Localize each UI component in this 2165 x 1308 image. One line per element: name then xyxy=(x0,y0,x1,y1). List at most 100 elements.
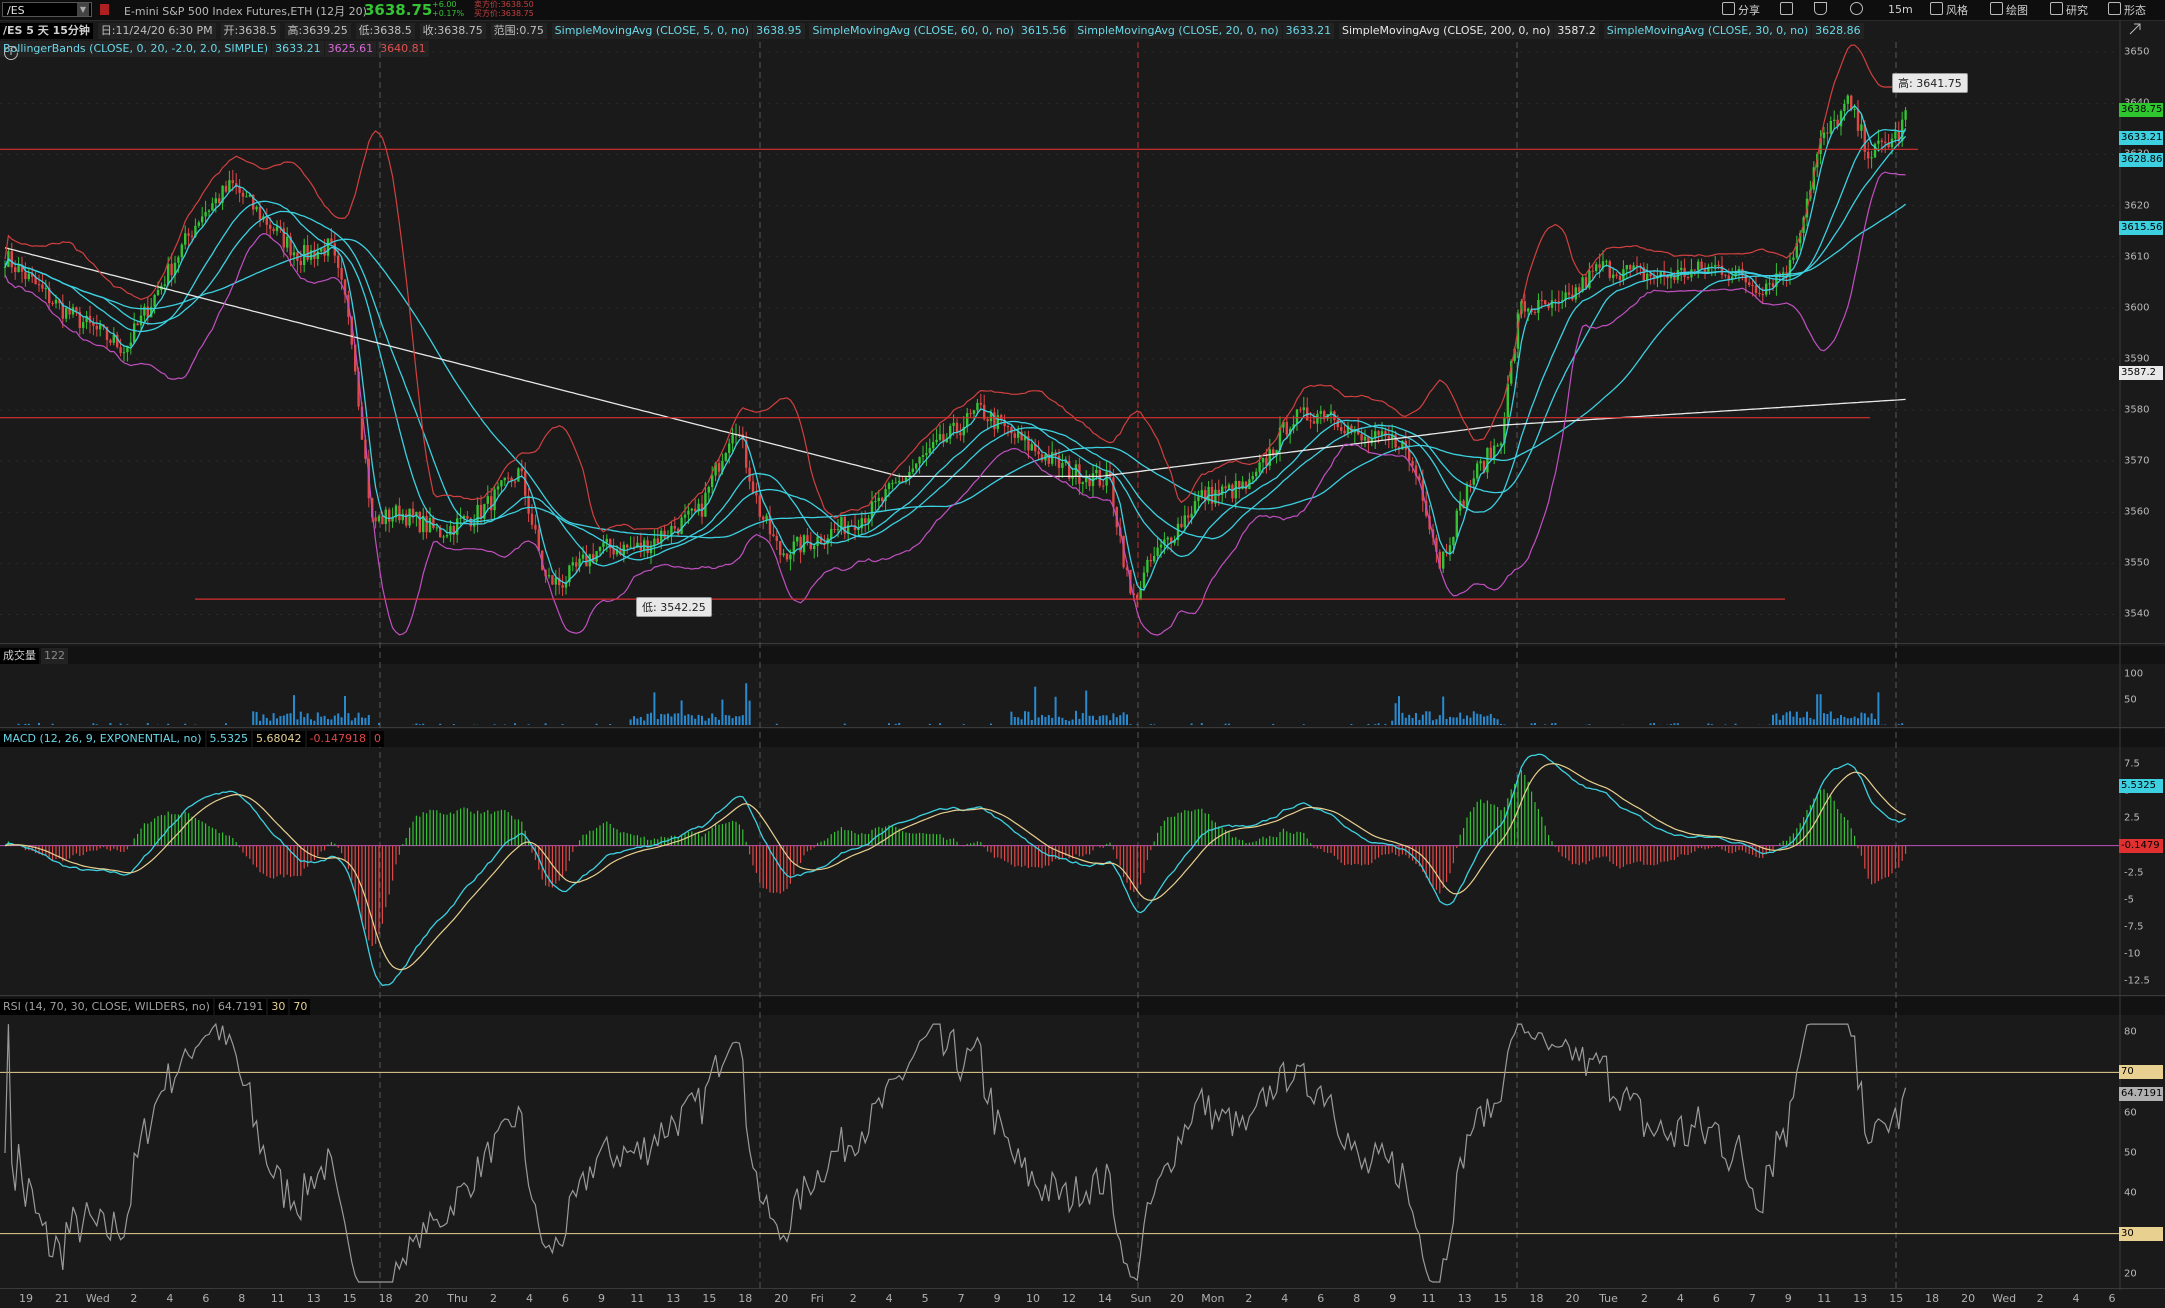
candle-body xyxy=(1748,282,1751,285)
candle-body xyxy=(1768,283,1771,285)
volume-bar xyxy=(38,722,40,725)
candle-body xyxy=(894,482,897,484)
price-tick: 3560 xyxy=(2124,506,2150,518)
volume-bar xyxy=(1676,723,1679,725)
candle-body xyxy=(1316,413,1319,424)
candle-body xyxy=(755,492,758,496)
volume-bar xyxy=(126,724,129,725)
time-tick: Wed xyxy=(1992,1292,2017,1305)
candle-body xyxy=(530,513,534,525)
volume-bar xyxy=(1819,694,1822,725)
candle-body xyxy=(153,294,156,307)
candle-body xyxy=(41,284,44,289)
candle-body xyxy=(673,526,676,529)
candle-body xyxy=(1013,433,1016,438)
candle-body xyxy=(449,526,452,536)
volume-bar xyxy=(656,719,659,725)
candle-body xyxy=(187,233,190,236)
volume-bar xyxy=(843,723,846,725)
candle-body xyxy=(167,263,170,285)
candle-body xyxy=(1149,559,1152,562)
candle-body xyxy=(269,224,272,229)
volume-bar xyxy=(738,716,741,725)
volume-bar xyxy=(276,718,278,725)
volume-bar xyxy=(1772,714,1774,725)
candle-body xyxy=(717,463,721,472)
candle-body xyxy=(139,315,143,326)
macd-tick: 2.5 xyxy=(2124,812,2140,824)
volume-bar xyxy=(1081,712,1084,725)
rsi-label[interactable]: RSI (14, 70, 30, CLOSE, WILDERS, no) xyxy=(0,999,213,1015)
price-tick: 3610 xyxy=(2124,251,2150,263)
volume-bar xyxy=(1119,715,1122,725)
volume-bar xyxy=(1724,724,1727,725)
candle-body xyxy=(1499,443,1503,446)
candle-body xyxy=(129,342,132,346)
candle-body xyxy=(527,495,530,514)
candle-body xyxy=(1112,477,1115,508)
candle-body xyxy=(952,422,955,427)
volume-bar xyxy=(303,717,306,725)
volume-bar xyxy=(313,720,316,725)
volume-bar xyxy=(337,713,340,725)
time-tick: 2 xyxy=(130,1292,138,1305)
macd-avg-value: 5.68042 xyxy=(253,731,305,747)
candle-body xyxy=(1625,265,1628,270)
volume-bar xyxy=(721,699,724,725)
time-tick: 19 xyxy=(19,1292,33,1305)
volume-bar xyxy=(1554,722,1557,725)
volume-label: 成交量 xyxy=(0,648,39,664)
volume-bar xyxy=(1044,716,1047,725)
candle-body xyxy=(428,517,432,533)
candle-body xyxy=(1085,477,1088,483)
volume-bar xyxy=(714,717,717,725)
candle-body xyxy=(891,483,894,485)
macd-tick: -12.5 xyxy=(2124,975,2150,987)
volume-bar xyxy=(745,683,748,725)
time-tick: 2 xyxy=(1640,1292,1648,1305)
volume-bar xyxy=(1840,714,1842,725)
macd-label[interactable]: MACD (12, 26, 9, EXPONENTIAL, no) xyxy=(0,731,205,747)
volume-bar xyxy=(1789,711,1791,725)
time-tick: Mon xyxy=(1201,1292,1225,1305)
candle-body xyxy=(765,515,768,520)
candle-body xyxy=(1578,287,1581,292)
volume-bar xyxy=(962,724,965,725)
volume-bar xyxy=(1853,716,1856,725)
candle-body xyxy=(54,299,58,304)
volume-bar xyxy=(1799,717,1802,725)
volume-bar xyxy=(1394,703,1397,725)
time-tick: 18 xyxy=(1925,1292,1940,1305)
time-tick: 9 xyxy=(1389,1292,1397,1305)
rsi-line xyxy=(4,1022,1907,1283)
high-callout: 高: 3641.75 xyxy=(1892,73,1968,93)
candle-body xyxy=(44,288,47,290)
volume-bar xyxy=(1041,715,1043,725)
candle-body xyxy=(214,198,217,204)
candle-body xyxy=(785,553,789,560)
time-tick: 5 xyxy=(921,1292,929,1305)
candle-body xyxy=(292,252,296,256)
candle-body xyxy=(374,517,377,522)
candle-body xyxy=(1527,308,1530,312)
volume-bar xyxy=(310,719,312,725)
pane-separator xyxy=(0,643,2165,644)
rsi-value: 64.7191 xyxy=(214,999,267,1015)
volume-bar xyxy=(1432,720,1434,725)
volume-bar xyxy=(680,700,683,725)
candle-body xyxy=(479,504,483,519)
time-tick: 12 xyxy=(1062,1292,1076,1305)
volume-bar xyxy=(1775,713,1778,725)
time-tick: 20 xyxy=(774,1292,789,1305)
volume-bar xyxy=(939,723,941,725)
volume-bar xyxy=(1455,717,1458,725)
rsi-tick: 20 xyxy=(2124,1268,2137,1280)
volume-bar xyxy=(653,692,656,725)
time-tick: 9 xyxy=(993,1292,1001,1305)
volume-bar xyxy=(690,715,693,725)
volume-bar xyxy=(1812,719,1815,725)
volume-bar xyxy=(1874,719,1876,725)
candle-body xyxy=(1714,264,1717,267)
candle-body xyxy=(935,439,938,443)
chart-canvas[interactable] xyxy=(0,0,2165,1308)
